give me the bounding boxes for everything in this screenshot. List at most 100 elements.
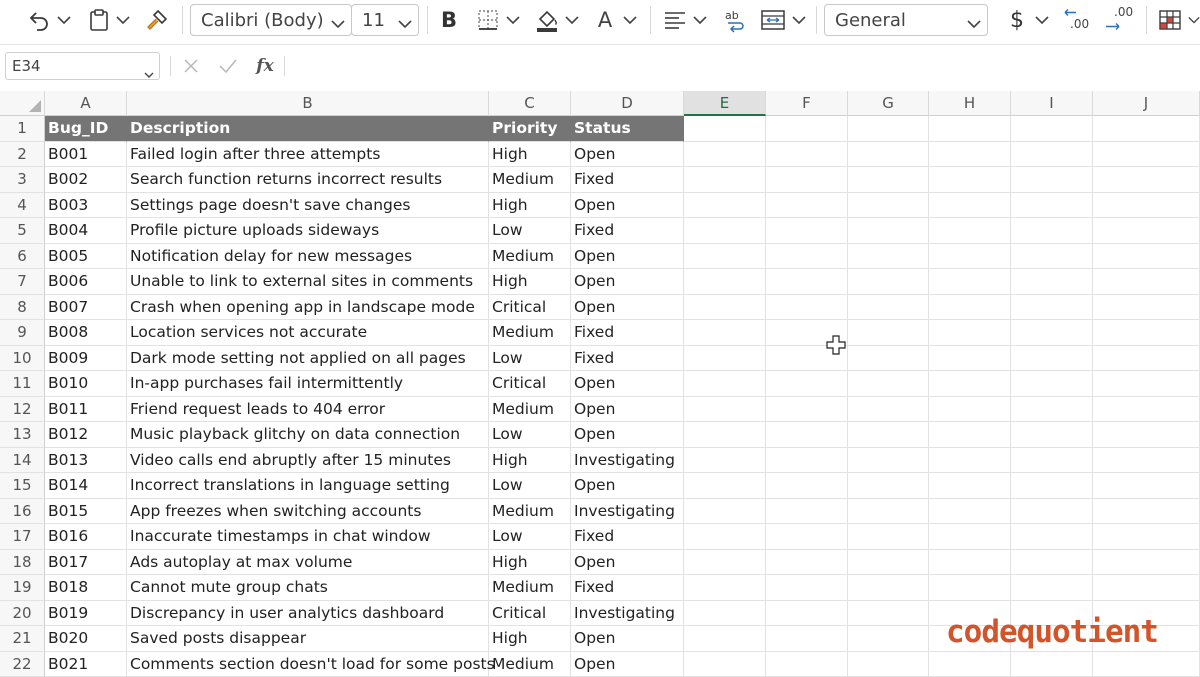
table-cell[interactable]: Ads autoplay at max volume — [127, 550, 489, 576]
empty-cell[interactable] — [1093, 371, 1200, 397]
empty-cell[interactable] — [684, 550, 766, 576]
undo-button[interactable] — [24, 0, 54, 40]
table-cell[interactable]: B019 — [45, 601, 127, 627]
empty-cell[interactable] — [1011, 397, 1093, 423]
empty-cell[interactable] — [848, 397, 929, 423]
empty-cell[interactable] — [684, 601, 766, 627]
empty-cell[interactable] — [848, 320, 929, 346]
empty-cell[interactable] — [766, 167, 848, 193]
table-cell[interactable]: B018 — [45, 575, 127, 601]
empty-cell[interactable] — [848, 269, 929, 295]
empty-cell[interactable] — [1011, 269, 1093, 295]
empty-cell[interactable] — [766, 524, 848, 550]
row-header[interactable]: 11 — [0, 371, 45, 397]
empty-cell[interactable] — [684, 422, 766, 448]
row-header[interactable]: 15 — [0, 473, 45, 499]
empty-cell[interactable] — [684, 397, 766, 423]
name-box[interactable]: E34 — [5, 52, 160, 80]
empty-cell[interactable] — [848, 167, 929, 193]
table-cell[interactable]: Low — [489, 346, 571, 372]
empty-cell[interactable] — [1093, 346, 1200, 372]
table-cell[interactable]: Open — [571, 473, 684, 499]
row-header[interactable]: 6 — [0, 244, 45, 270]
align-dropdown[interactable] — [693, 0, 707, 40]
table-cell[interactable]: B016 — [45, 524, 127, 550]
empty-cell[interactable] — [766, 193, 848, 219]
header-cell[interactable]: Priority — [489, 116, 571, 142]
currency-format-button[interactable]: $ — [1004, 0, 1030, 40]
row-header[interactable]: 12 — [0, 397, 45, 423]
row-header[interactable]: 5 — [0, 218, 45, 244]
table-cell[interactable]: Comments section doesn't load for some p… — [127, 652, 489, 677]
row-header[interactable]: 13 — [0, 422, 45, 448]
empty-cell[interactable] — [1011, 193, 1093, 219]
row-header[interactable]: 9 — [0, 320, 45, 346]
empty-cell[interactable] — [766, 397, 848, 423]
table-cell[interactable]: B014 — [45, 473, 127, 499]
empty-cell[interactable] — [766, 295, 848, 321]
table-cell[interactable]: Critical — [489, 295, 571, 321]
empty-cell[interactable] — [1011, 116, 1093, 142]
empty-cell[interactable] — [1093, 116, 1200, 142]
table-cell[interactable]: Medium — [489, 652, 571, 677]
empty-cell[interactable] — [684, 116, 766, 142]
empty-cell[interactable] — [684, 218, 766, 244]
empty-cell[interactable] — [1093, 652, 1200, 677]
empty-cell[interactable] — [766, 601, 848, 627]
empty-cell[interactable] — [684, 346, 766, 372]
borders-dropdown[interactable] — [506, 0, 520, 40]
select-all-corner[interactable] — [0, 91, 45, 116]
row-header[interactable]: 16 — [0, 499, 45, 525]
table-cell[interactable]: B011 — [45, 397, 127, 423]
empty-cell[interactable] — [848, 550, 929, 576]
table-cell[interactable]: Low — [489, 524, 571, 550]
table-cell[interactable]: Open — [571, 142, 684, 168]
empty-cell[interactable] — [929, 524, 1011, 550]
empty-cell[interactable] — [684, 295, 766, 321]
column-header-f[interactable]: F — [766, 91, 848, 116]
empty-cell[interactable] — [1093, 473, 1200, 499]
column-header-g[interactable]: G — [848, 91, 929, 116]
empty-cell[interactable] — [1093, 448, 1200, 474]
conditional-formatting-dropdown[interactable] — [1188, 0, 1200, 40]
empty-cell[interactable] — [848, 193, 929, 219]
empty-cell[interactable] — [929, 244, 1011, 270]
table-cell[interactable]: In-app purchases fail intermittently — [127, 371, 489, 397]
row-header[interactable]: 18 — [0, 550, 45, 576]
empty-cell[interactable] — [929, 218, 1011, 244]
empty-cell[interactable] — [766, 473, 848, 499]
borders-button[interactable] — [474, 0, 502, 40]
empty-cell[interactable] — [1093, 575, 1200, 601]
column-header-i[interactable]: I — [1011, 91, 1093, 116]
row-header[interactable]: 10 — [0, 346, 45, 372]
header-cell[interactable]: Description — [127, 116, 489, 142]
empty-cell[interactable] — [848, 448, 929, 474]
empty-cell[interactable] — [1011, 550, 1093, 576]
decrease-decimal-button[interactable]: .00 — [1062, 0, 1092, 40]
empty-cell[interactable] — [684, 244, 766, 270]
empty-cell[interactable] — [766, 626, 848, 652]
empty-cell[interactable] — [684, 320, 766, 346]
table-cell[interactable]: Discrepancy in user analytics dashboard — [127, 601, 489, 627]
table-cell[interactable]: B004 — [45, 218, 127, 244]
empty-cell[interactable] — [766, 116, 848, 142]
empty-cell[interactable] — [1093, 295, 1200, 321]
table-cell[interactable]: B017 — [45, 550, 127, 576]
table-cell[interactable]: Critical — [489, 371, 571, 397]
table-cell[interactable]: Failed login after three attempts — [127, 142, 489, 168]
empty-cell[interactable] — [684, 652, 766, 677]
empty-cell[interactable] — [929, 116, 1011, 142]
empty-cell[interactable] — [1011, 448, 1093, 474]
row-header[interactable]: 20 — [0, 601, 45, 627]
table-cell[interactable]: B006 — [45, 269, 127, 295]
table-cell[interactable]: B005 — [45, 244, 127, 270]
table-cell[interactable]: B007 — [45, 295, 127, 321]
empty-cell[interactable] — [684, 193, 766, 219]
empty-cell[interactable] — [848, 422, 929, 448]
table-cell[interactable]: Fixed — [571, 346, 684, 372]
table-cell[interactable]: Investigating — [571, 499, 684, 525]
column-header-e[interactable]: E — [684, 91, 766, 116]
empty-cell[interactable] — [848, 371, 929, 397]
table-cell[interactable]: Open — [571, 269, 684, 295]
table-cell[interactable]: B008 — [45, 320, 127, 346]
